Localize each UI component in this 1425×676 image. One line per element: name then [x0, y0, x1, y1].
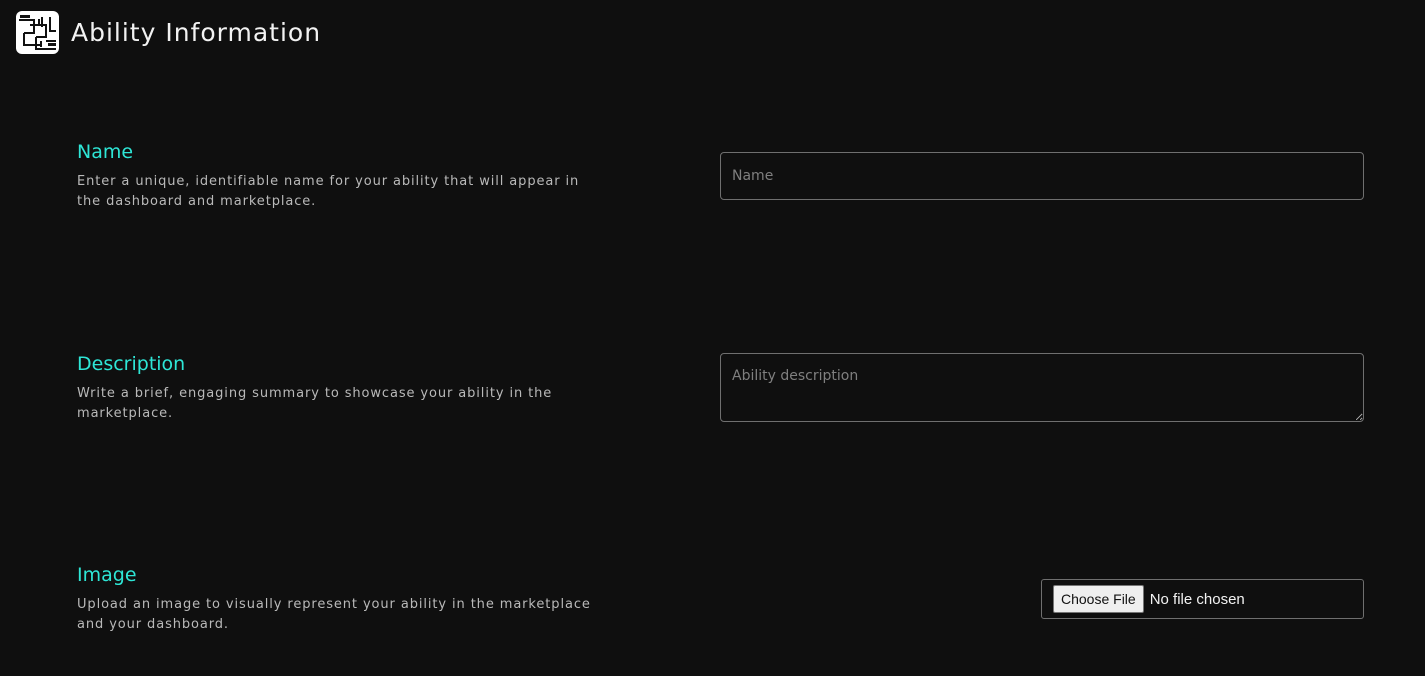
image-help-text: Upload an image to visually represent yo… [77, 597, 591, 632]
file-status-text: No file chosen [1149, 590, 1245, 608]
page-title: Ability Information [71, 17, 322, 47]
circuit-logo-icon [16, 10, 59, 54]
description-textarea[interactable] [720, 353, 1364, 422]
image-file-input[interactable]: Choose File No file chosen [1041, 579, 1364, 619]
description-label: Description [77, 353, 186, 375]
name-input[interactable] [720, 152, 1364, 200]
ability-information-page: Ability Information Name Enter a unique,… [0, 0, 1425, 676]
description-help-text: Write a brief, engaging summary to showc… [77, 386, 553, 421]
image-label: Image [77, 564, 137, 586]
name-help-text: Enter a unique, identifiable name for yo… [77, 174, 580, 209]
name-label: Name [77, 141, 134, 163]
choose-file-button[interactable]: Choose File [1053, 585, 1144, 613]
page-header: Ability Information [16, 10, 321, 54]
